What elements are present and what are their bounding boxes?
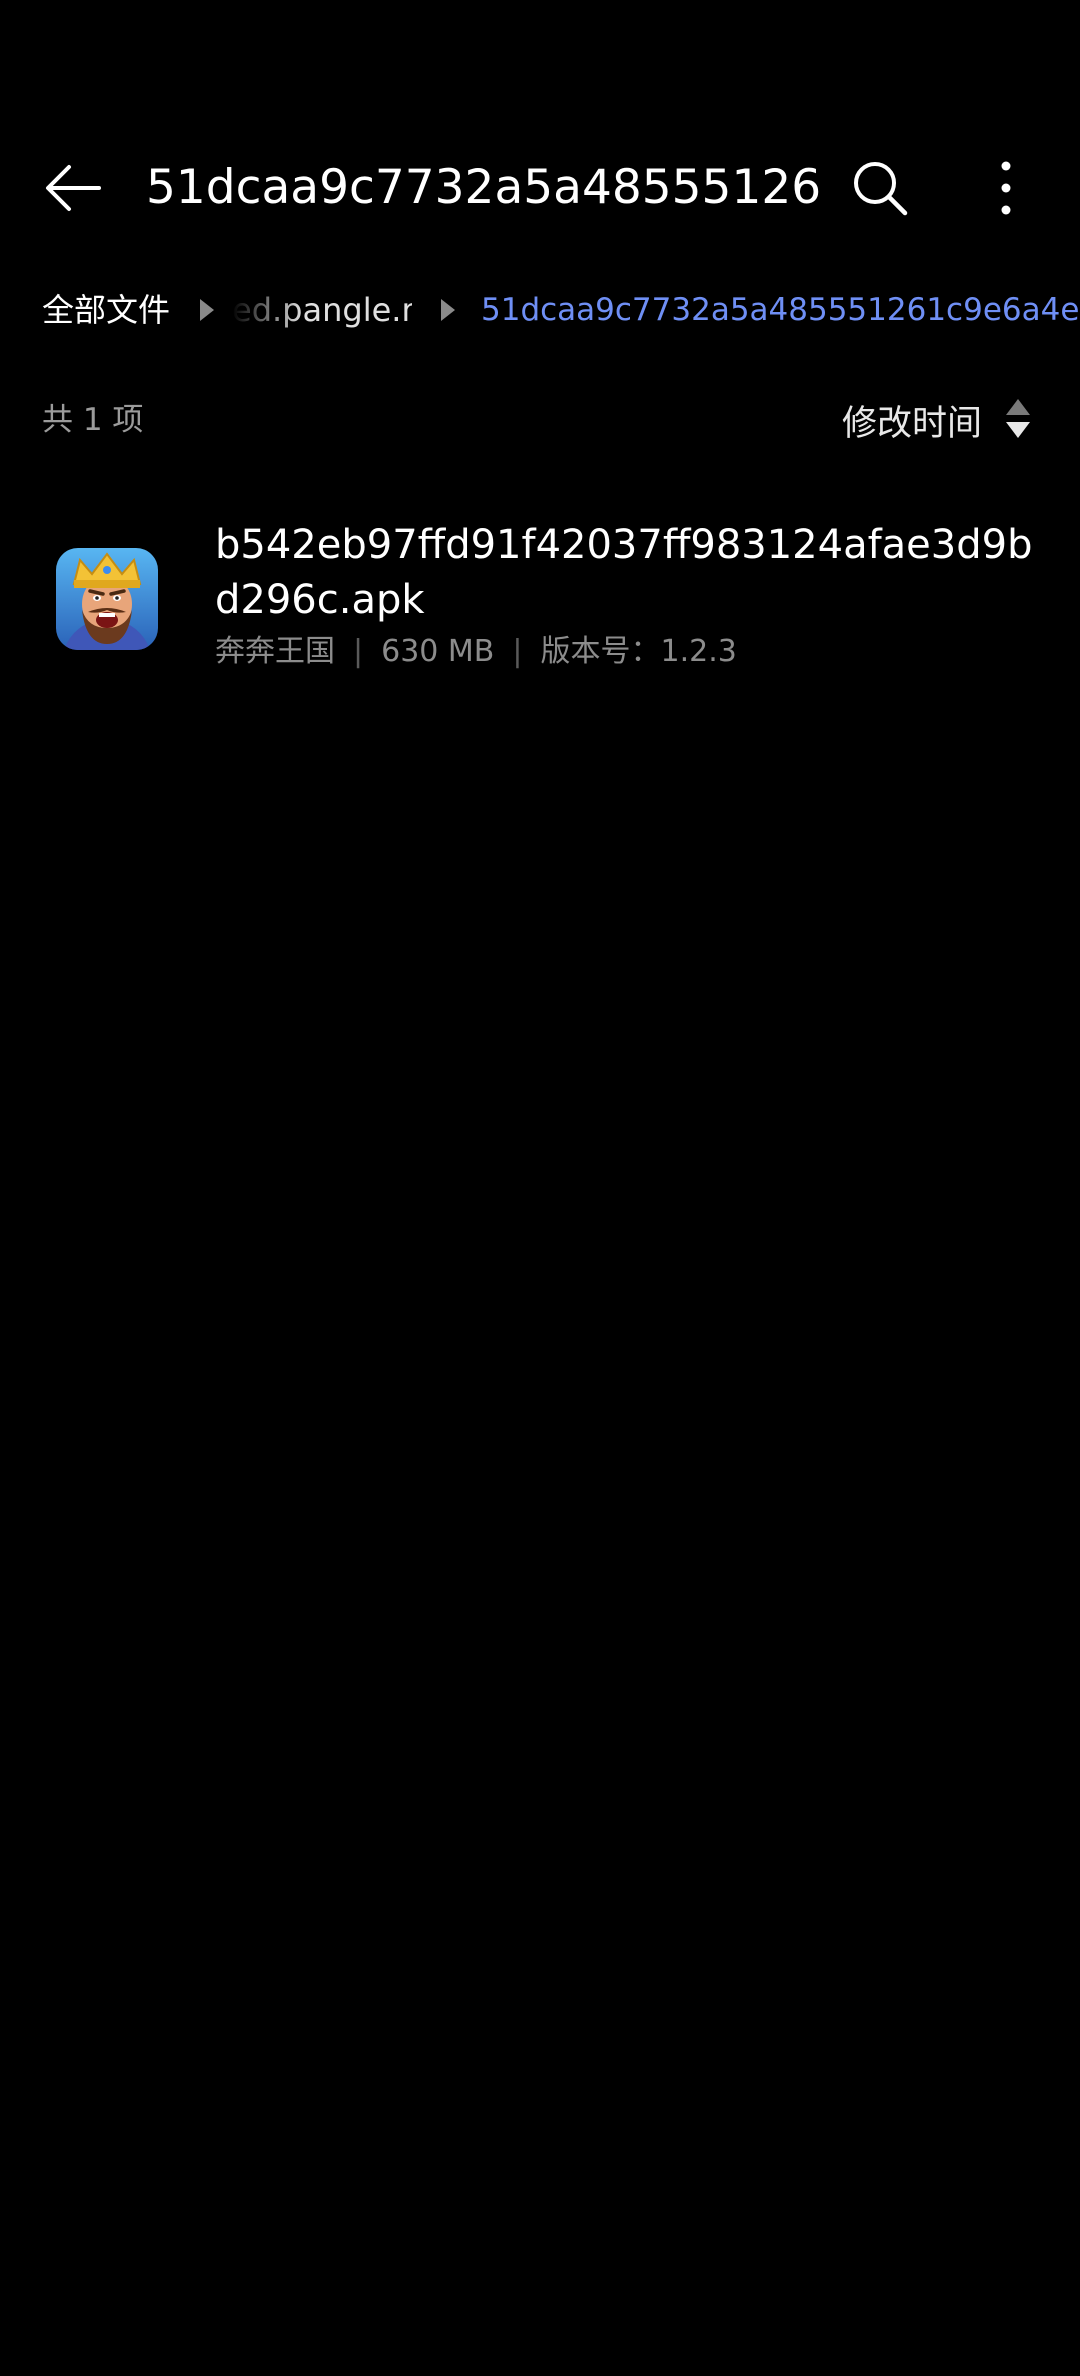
app-bar: 51dcaa9c7732a5a485551261... <box>0 120 1080 256</box>
search-button[interactable] <box>838 148 922 228</box>
game-king-icon <box>56 548 158 650</box>
arrow-left-icon <box>46 165 101 211</box>
list-header: 共 1 项 修改时间 <box>0 380 1080 460</box>
breadcrumb: 全部文件 ed.pangle.m 51dcaa9c7732a5a48555126… <box>0 270 1080 350</box>
more-vertical-icon <box>1001 161 1011 215</box>
page-title: 51dcaa9c7732a5a485551261... <box>146 160 826 215</box>
file-list-item[interactable]: b542eb97ffd91f42037ff983124afae3d9bd296c… <box>0 508 1080 688</box>
file-size: 630 MB <box>381 634 495 669</box>
file-meta: 奔奔王国 | 630 MB | 版本号：1.2.3 <box>215 630 737 674</box>
file-version: 版本号：1.2.3 <box>540 634 737 669</box>
breadcrumb-current[interactable]: 51dcaa9c7732a5a485551261c9e6a4e7 <box>481 270 1080 350</box>
meta-divider: | <box>353 634 364 669</box>
item-count: 共 1 项 <box>42 402 144 438</box>
back-button[interactable] <box>28 148 118 228</box>
breadcrumb-arrow-icon <box>200 299 214 321</box>
sort-label: 修改时间 <box>841 403 982 444</box>
sort-button[interactable]: 修改时间 <box>842 380 1030 460</box>
file-name: b542eb97ffd91f42037ff983124afae3d9bd296c… <box>215 522 1033 623</box>
breadcrumb-root[interactable]: 全部文件 <box>42 270 170 350</box>
breadcrumb-arrow-icon <box>441 299 455 321</box>
breadcrumb-middle[interactable]: ed.pangle.m <box>232 270 412 350</box>
search-icon <box>854 162 908 216</box>
meta-divider: | <box>512 634 523 669</box>
more-options-button[interactable] <box>966 148 1046 228</box>
file-app-name: 奔奔王国 <box>215 634 335 669</box>
sort-updown-icon <box>1006 399 1030 441</box>
